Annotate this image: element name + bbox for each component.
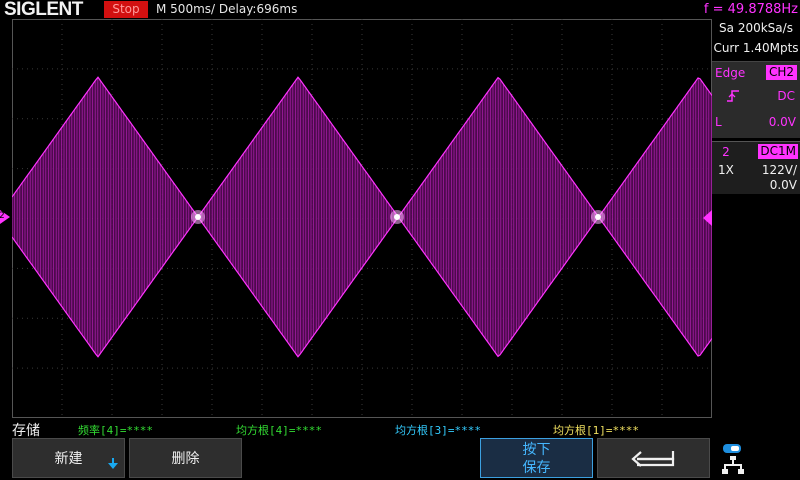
trigger-level-value: 0.0V — [768, 115, 796, 129]
new-button-label: 新建 — [54, 451, 83, 467]
measurement-3: 均方根[3]=**** — [395, 424, 481, 437]
waveform-display[interactable] — [12, 19, 712, 418]
delay-value: Delay:696ms — [218, 2, 298, 16]
brand-logo: SIGLENT — [4, 0, 83, 20]
trigger-coupling: DC — [777, 89, 795, 103]
timebase-value: M 500ms/ — [156, 2, 216, 16]
waveform-node-core — [195, 214, 201, 220]
waveform-canvas — [12, 19, 712, 418]
channel-number: 2 — [722, 145, 730, 159]
sample-rate: Sa 200kSa/s — [719, 21, 793, 35]
press-save-line1: 按下 — [522, 442, 551, 458]
channel-info-box[interactable]: 2 DC1M 1X 122V/ 0.0V — [712, 141, 800, 194]
trigger-info-box[interactable]: Edge CH2 DC L 0.0V — [712, 61, 800, 138]
memory-depth: Curr 1.40Mpts — [713, 41, 799, 55]
channel-coupling-badge: DC1M — [758, 144, 798, 159]
press-save-line2: 保存 — [522, 460, 551, 476]
trigger-type: Edge — [715, 66, 746, 80]
softkey-menu: 新建 删除 按下 保存 — [0, 438, 800, 480]
trigger-level-marker-icon[interactable] — [703, 210, 712, 226]
down-arrow-icon — [108, 458, 118, 469]
press-save-button[interactable]: 按下 保存 — [480, 438, 593, 478]
timebase-readout: M 500ms/ Delay:696ms — [156, 0, 297, 19]
frequency-readout: f = 49.8788Hz — [703, 2, 798, 17]
network-usb-icon — [722, 444, 744, 474]
probe-attenuation: 1X — [718, 163, 734, 177]
rising-edge-icon — [726, 89, 740, 106]
delete-button[interactable]: 删除 — [129, 438, 242, 478]
run-state-badge[interactable]: Stop — [104, 1, 148, 18]
measurement-4: 均方根[1]=**** — [553, 424, 639, 437]
right-info-panel: Sa 200kSa/s Curr 1.40Mpts Edge CH2 DC L … — [712, 19, 800, 418]
waveform-node-core — [595, 214, 601, 220]
menu-title: 存储 — [12, 423, 40, 439]
measurement-2: 均方根[4]=**** — [236, 424, 322, 437]
waveform-node-core — [394, 214, 400, 220]
trigger-source-badge: CH2 — [765, 65, 797, 80]
channel-offset-marker-icon[interactable]: 2 — [0, 210, 10, 224]
trigger-level-label: L — [715, 115, 722, 129]
return-arrow-icon — [631, 451, 675, 467]
measurement-1: 频率[4]=**** — [78, 424, 153, 437]
vertical-scale: 122V/ — [761, 163, 797, 177]
vertical-offset: 0.0V — [769, 178, 797, 192]
back-button[interactable] — [597, 438, 710, 478]
new-button[interactable]: 新建 — [12, 438, 125, 478]
delete-button-label: 删除 — [171, 451, 200, 467]
top-status-bar: SIGLENT Stop M 500ms/ Delay:696ms f = 49… — [0, 0, 800, 19]
measurement-bar: 存储 频率[4]=**** 均方根[4]=**** 均方根[3]=**** 均方… — [0, 418, 800, 439]
